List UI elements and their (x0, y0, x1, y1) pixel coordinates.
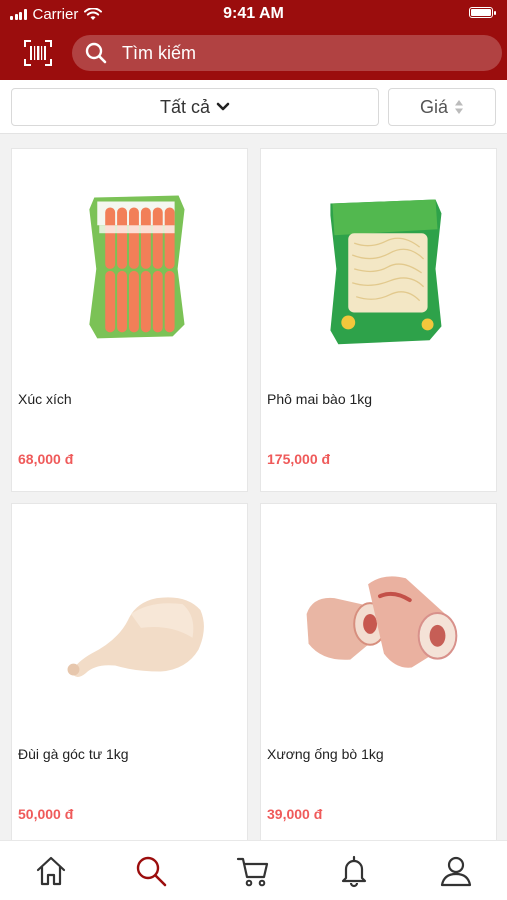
barcode-scan-icon[interactable] (24, 39, 52, 67)
chicken-leg-image (67, 597, 204, 678)
product-price: 50,000 đ (18, 806, 74, 822)
product-name: Phô mai bào 1kg (267, 391, 373, 407)
user-icon[interactable] (439, 854, 473, 888)
product-price: 39,000 đ (267, 806, 323, 822)
category-filter-label: Tất cả (159, 96, 211, 117)
bell-icon[interactable] (337, 854, 371, 888)
product-name: Đùi gà góc tư 1kg (18, 746, 129, 762)
home-icon[interactable] (34, 854, 68, 888)
price-sort-button[interactable]: Giá (388, 88, 496, 126)
product-name: Xương ống bò 1kg (267, 746, 384, 762)
product-card[interactable]: Xúc xích 68,000 đ (11, 148, 248, 492)
cart-icon[interactable] (236, 854, 270, 888)
product-price: 175,000 đ (267, 451, 331, 467)
category-filter-button[interactable]: Tất cả (11, 88, 379, 126)
search-bar[interactable] (72, 35, 502, 71)
product-card[interactable]: Phô mai bào 1kg 175,000 đ (260, 148, 497, 492)
search-icon (85, 42, 107, 64)
product-card[interactable]: Xương ống bò 1kg 39,000 đ (260, 503, 497, 847)
status-bar: Carrier 9:41 AM (0, 0, 507, 28)
product-name: Xúc xích (18, 391, 72, 407)
chevron-down-icon (216, 102, 230, 111)
app-header: Carrier 9:41 AM (0, 0, 507, 80)
bottom-navigation (0, 840, 507, 900)
sausage-image (89, 195, 185, 339)
product-card[interactable]: Đùi gà góc tư 1kg 50,000 đ (11, 503, 248, 847)
status-time: 9:41 AM (223, 5, 284, 22)
search-input[interactable] (122, 42, 442, 64)
bone-marrow-image (306, 576, 458, 668)
filter-bar: Tất cả Giá (0, 80, 507, 134)
battery-icon (469, 7, 496, 18)
price-sort-label: Giá (419, 96, 448, 117)
product-price: 68,000 đ (18, 451, 74, 467)
cheese-bag-image (330, 199, 442, 345)
sort-icon (455, 100, 463, 114)
search-icon[interactable] (134, 854, 168, 888)
